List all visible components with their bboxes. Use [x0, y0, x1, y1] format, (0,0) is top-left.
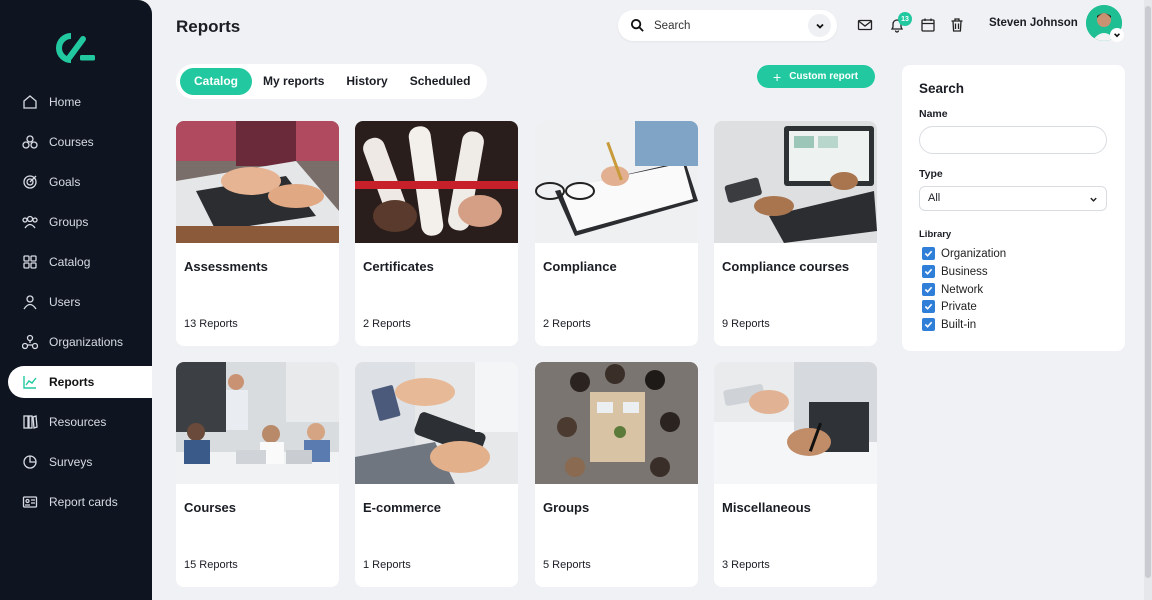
scrollbar-thumb[interactable]	[1145, 6, 1151, 578]
groups-icon	[22, 215, 38, 229]
checkmark-icon	[922, 247, 935, 260]
type-select-value: All	[928, 192, 941, 204]
tab-my-reports[interactable]: My reports	[252, 68, 335, 95]
checkmark-icon	[922, 300, 935, 313]
nav-users[interactable]: Users	[8, 286, 152, 318]
nav-home[interactable]: Home	[8, 86, 152, 118]
logo-icon[interactable]	[56, 33, 96, 63]
report-card-groups[interactable]: Groups 5 Reports	[535, 362, 698, 587]
courses-icon	[22, 135, 38, 149]
chevron-down-icon	[1090, 197, 1097, 202]
card-count: 2 Reports	[543, 318, 591, 330]
card-title: Groups	[543, 500, 590, 515]
chevron-down-icon	[815, 23, 824, 29]
report-card-e-commerce[interactable]: E-commerce 1 Reports	[355, 362, 518, 587]
resources-icon	[23, 415, 38, 429]
report-card-courses[interactable]: Courses 15 Reports	[176, 362, 339, 587]
report-card-assessments[interactable]: Assessments 13 Reports	[176, 121, 339, 346]
type-label: Type	[919, 168, 943, 180]
checkmark-icon	[922, 283, 935, 296]
custom-report-button[interactable]: + Custom report	[757, 65, 875, 88]
report-cards-icon	[22, 496, 38, 508]
library-checkbox-business[interactable]: Business	[922, 265, 988, 278]
card-count: 2 Reports	[363, 318, 411, 330]
type-select[interactable]: All	[919, 186, 1107, 211]
card-title: E-commerce	[363, 500, 442, 515]
card-count: 3 Reports	[722, 559, 770, 571]
nav-resources[interactable]: Resources	[8, 406, 152, 438]
reports-icon	[23, 376, 37, 389]
search-dropdown-button[interactable]	[808, 14, 831, 37]
card-title: Compliance courses	[722, 259, 850, 274]
plus-icon: +	[773, 68, 782, 85]
report-card-compliance[interactable]: Compliance 2 Reports	[535, 121, 698, 346]
name-label: Name	[919, 108, 948, 120]
report-tabs: Catalog My reports History Scheduled	[176, 64, 487, 99]
report-card-miscellaneous[interactable]: Miscellaneous 3 Reports	[714, 362, 877, 587]
user-menu-chevron[interactable]	[1110, 28, 1124, 42]
nav-organizations[interactable]: Organizations	[8, 326, 152, 358]
tab-catalog[interactable]: Catalog	[180, 68, 253, 95]
mail-icon[interactable]	[857, 17, 873, 33]
home-icon	[23, 95, 37, 109]
tab-scheduled[interactable]: Scheduled	[399, 68, 482, 95]
nav-goals[interactable]: Goals	[8, 166, 152, 198]
card-title: Compliance	[543, 259, 617, 274]
search-input[interactable]: Search	[618, 10, 837, 41]
search-filter-panel: Search Name Type All Library Organizatio…	[902, 65, 1125, 351]
search-placeholder: Search	[654, 19, 691, 32]
nav-courses[interactable]: Courses	[8, 126, 152, 158]
card-count: 15 Reports	[184, 559, 238, 571]
library-checkbox-private[interactable]: Private	[922, 300, 977, 313]
search-icon	[630, 18, 644, 32]
card-title: Miscellaneous	[722, 500, 811, 515]
name-input[interactable]	[919, 126, 1107, 154]
card-title: Courses	[184, 500, 237, 515]
checkmark-icon	[922, 318, 935, 331]
page-title: Reports	[176, 17, 241, 36]
library-label: Library	[919, 229, 952, 240]
checkmark-icon	[922, 265, 935, 278]
card-image-phone-payment	[355, 362, 518, 484]
sidebar: Home Courses Goals Groups Catalog Users …	[0, 0, 152, 600]
card-image-laptop-typing	[176, 121, 339, 243]
report-card-certificates[interactable]: Certificates 2 Reports	[355, 121, 518, 346]
nav-groups[interactable]: Groups	[8, 206, 152, 238]
user-name[interactable]: Steven Johnson	[989, 17, 1078, 29]
notification-badge: 13	[898, 12, 912, 26]
nav-reports[interactable]: Reports	[8, 366, 152, 398]
library-checkbox-organization[interactable]: Organization	[922, 247, 1006, 260]
nav-report-cards[interactable]: Report cards	[8, 486, 152, 518]
card-image-diplomas	[355, 121, 518, 243]
card-count: 9 Reports	[722, 318, 770, 330]
catalog-icon	[23, 255, 37, 269]
organizations-icon	[22, 334, 38, 350]
card-image-classroom	[176, 362, 339, 484]
users-icon	[23, 295, 37, 310]
custom-report-label: Custom report	[789, 71, 859, 82]
trash-icon[interactable]	[949, 17, 965, 33]
card-count: 5 Reports	[543, 559, 591, 571]
card-image-team-meeting-table	[535, 362, 698, 484]
library-checkbox-network[interactable]: Network	[922, 283, 983, 296]
card-image-business-handshake	[714, 362, 877, 484]
panel-heading: Search	[919, 81, 965, 96]
card-count: 13 Reports	[184, 318, 238, 330]
sidebar-nav: Home Courses Goals Groups Catalog Users …	[8, 86, 152, 526]
chevron-down-icon	[1114, 33, 1120, 38]
card-image-signing-document	[535, 121, 698, 243]
card-count: 1 Reports	[363, 559, 411, 571]
library-checkbox-built-in[interactable]: Built-in	[922, 318, 976, 331]
calendar-icon[interactable]	[920, 17, 936, 33]
surveys-icon	[23, 455, 37, 469]
nav-surveys[interactable]: Surveys	[8, 446, 152, 478]
tab-history[interactable]: History	[335, 68, 398, 95]
card-title: Certificates	[363, 259, 434, 274]
goals-icon	[23, 175, 37, 189]
nav-catalog[interactable]: Catalog	[8, 246, 152, 278]
card-title: Assessments	[184, 259, 268, 274]
card-image-laptop-dashboard	[714, 121, 877, 243]
report-card-compliance-courses[interactable]: Compliance courses 9 Reports	[714, 121, 877, 346]
page-scrollbar[interactable]	[1144, 0, 1152, 600]
